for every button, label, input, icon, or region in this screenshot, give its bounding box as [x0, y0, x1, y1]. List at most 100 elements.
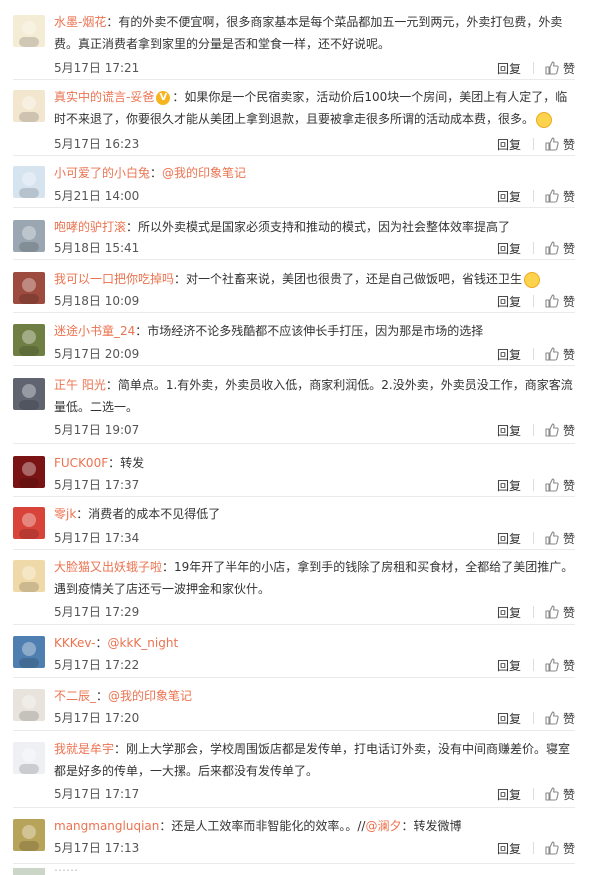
- username-link[interactable]: 不二辰_: [54, 689, 96, 703]
- like-button[interactable]: 赞: [545, 604, 575, 621]
- timestamp: 5月17日 17:21: [54, 61, 140, 75]
- divider: [532, 532, 534, 544]
- mention-link[interactable]: @我的印象笔记: [108, 689, 192, 703]
- avatar[interactable]: [13, 166, 45, 198]
- comment-body: 我就是牟宇：刚上大学那会，学校周围饭店都是发传单，打电话订外卖，没有中间商赚差价…: [54, 738, 575, 802]
- timestamp: 5月17日 19:07: [54, 423, 140, 437]
- avatar[interactable]: [13, 272, 45, 304]
- reply-button[interactable]: 回复: [497, 786, 521, 803]
- like-button[interactable]: 赞: [545, 422, 575, 439]
- username-link[interactable]: KKKev-: [54, 636, 96, 650]
- username-link[interactable]: 我就是牟宇: [54, 742, 114, 756]
- comment-text: 迷途小书童_24：市场经济不论多残酷都不应该伸长手打压，因为那是市场的选择: [54, 320, 575, 342]
- comment-body: FUCK00F：转发 5月17日 17:37 回复 赞: [54, 452, 575, 493]
- username-link[interactable]: FUCK00F: [54, 456, 108, 470]
- username-link[interactable]: 真实中的谎言-妥爸: [54, 90, 154, 104]
- reply-button[interactable]: 回复: [497, 293, 521, 310]
- like-button[interactable]: 赞: [545, 710, 575, 727]
- divider: [532, 62, 534, 74]
- like-button[interactable]: 赞: [545, 136, 575, 153]
- thumbs-up-icon: [545, 347, 563, 361]
- comment-content: ：所以外卖模式是国家必须支持和推动的模式，因为社会整体效率提高了: [126, 220, 511, 234]
- comment-content: ：: [150, 166, 163, 180]
- comment-text: 小可爱了的小白兔：@我的印象笔记: [54, 162, 575, 184]
- comment-actions: 回复 赞: [497, 291, 575, 311]
- like-button[interactable]: 赞: [545, 657, 575, 674]
- username-link[interactable]: 水墨-烟花: [54, 15, 106, 29]
- comment-content: ：有的外卖不便宜啊，很多商家基本是每个菜品都加五一元到两元，外卖打包费，外卖费。…: [54, 15, 563, 51]
- comment-text: 真实中的谎言-妥爸 V ：如果你是一个民宿卖家，活动价后100块一个房间，美团上有人…: [54, 86, 575, 130]
- like-label: 赞: [562, 658, 575, 673]
- thumbs-up-icon: [545, 658, 563, 672]
- username-link[interactable]: 咆哮的驴打滚: [54, 220, 126, 234]
- like-button[interactable]: 赞: [545, 346, 575, 363]
- like-button[interactable]: 赞: [545, 293, 575, 310]
- mention-link[interactable]: @澜夕: [365, 819, 401, 833]
- reply-button[interactable]: 回复: [497, 188, 521, 205]
- like-label: 赞: [562, 605, 575, 620]
- avatar[interactable]: [13, 378, 45, 410]
- thumbs-up-icon: [545, 241, 563, 255]
- avatar[interactable]: [13, 507, 45, 539]
- reply-button[interactable]: 回复: [497, 346, 521, 363]
- reply-button[interactable]: 回复: [497, 530, 521, 547]
- comment-actions: 回复 赞: [497, 58, 575, 78]
- timestamp: 5月21日 14:00: [54, 189, 140, 203]
- username-link[interactable]: 零jk: [54, 507, 76, 521]
- like-button[interactable]: 赞: [545, 240, 575, 257]
- reply-button[interactable]: 回复: [497, 240, 521, 257]
- username-link[interactable]: 大脸猫又出妖蛾子啦: [54, 560, 162, 574]
- like-button[interactable]: 赞: [545, 786, 575, 803]
- avatar[interactable]: [13, 742, 45, 774]
- list-item: 真实中的谎言-妥爸 V ：如果你是一个民宿卖家，活动价后100块一个房间，美团上有人…: [13, 80, 575, 156]
- like-label: 赞: [562, 841, 575, 856]
- like-button[interactable]: 赞: [545, 188, 575, 205]
- list-item: 正午 阳光：简单点。1.有外卖，外卖员收入低，商家利润低。2.没外卖，外卖员没工…: [13, 366, 575, 444]
- username-link[interactable]: 正午 阳光: [54, 378, 106, 392]
- username-link[interactable]: 小可爱了的小白兔: [54, 166, 150, 180]
- like-button[interactable]: 赞: [545, 840, 575, 857]
- reply-button[interactable]: 回复: [497, 477, 521, 494]
- list-item: FUCK00F：转发 5月17日 17:37 回复 赞: [13, 444, 575, 497]
- like-button[interactable]: 赞: [545, 530, 575, 547]
- avatar[interactable]: [13, 15, 45, 47]
- avatar[interactable]: [13, 560, 45, 592]
- username-link[interactable]: mangmangluqian: [54, 819, 159, 833]
- reply-button[interactable]: 回复: [497, 657, 521, 674]
- like-button[interactable]: 赞: [545, 477, 575, 494]
- timestamp: 5月17日 17:29: [54, 605, 140, 619]
- avatar[interactable]: [13, 90, 45, 122]
- mention-link[interactable]: @kkK_night: [108, 636, 179, 650]
- comment-actions: 回复 赞: [497, 344, 575, 364]
- thumbs-up-icon: [545, 137, 563, 151]
- comment-text: 零jk：消费者的成本不见得低了: [54, 503, 575, 525]
- mention-link[interactable]: @我的印象笔记: [162, 166, 246, 180]
- timestamp: 5月17日 17:34: [54, 531, 140, 545]
- avatar[interactable]: [13, 868, 45, 875]
- reply-button[interactable]: 回复: [497, 136, 521, 153]
- thumbs-up-icon: [545, 605, 563, 619]
- reply-button[interactable]: 回复: [497, 60, 521, 77]
- avatar[interactable]: [13, 636, 45, 668]
- reply-button[interactable]: 回复: [497, 710, 521, 727]
- comment-actions: 回复 赞: [497, 528, 575, 548]
- comment-actions: 回复 赞: [497, 420, 575, 440]
- username-link[interactable]: 我可以一口把你吃掉吗: [54, 272, 174, 286]
- avatar[interactable]: [13, 689, 45, 721]
- avatar[interactable]: [13, 220, 45, 252]
- comment-meta: 5月17日 17:20 回复 赞: [54, 708, 575, 728]
- comment-meta: 5月17日 17:22 回复 赞: [54, 655, 575, 675]
- avatar[interactable]: [13, 456, 45, 488]
- comment-text: 正午 阳光：简单点。1.有外卖，外卖员收入低，商家利润低。2.没外卖，外卖员没工…: [54, 374, 575, 418]
- comment-meta: 5月17日 17:34 回复 赞: [54, 528, 575, 548]
- like-button[interactable]: 赞: [545, 60, 575, 77]
- divider: [532, 479, 534, 491]
- comment-text: KKKev-：@kkK_night: [54, 632, 575, 654]
- reply-button[interactable]: 回复: [497, 604, 521, 621]
- reply-button[interactable]: 回复: [497, 840, 521, 857]
- avatar[interactable]: [13, 819, 45, 851]
- comment-content: ：还是人工效率而非智能化的效率。。//: [159, 819, 366, 833]
- reply-button[interactable]: 回复: [497, 422, 521, 439]
- username-link[interactable]: 迷途小书童_24: [54, 324, 135, 338]
- avatar[interactable]: [13, 324, 45, 356]
